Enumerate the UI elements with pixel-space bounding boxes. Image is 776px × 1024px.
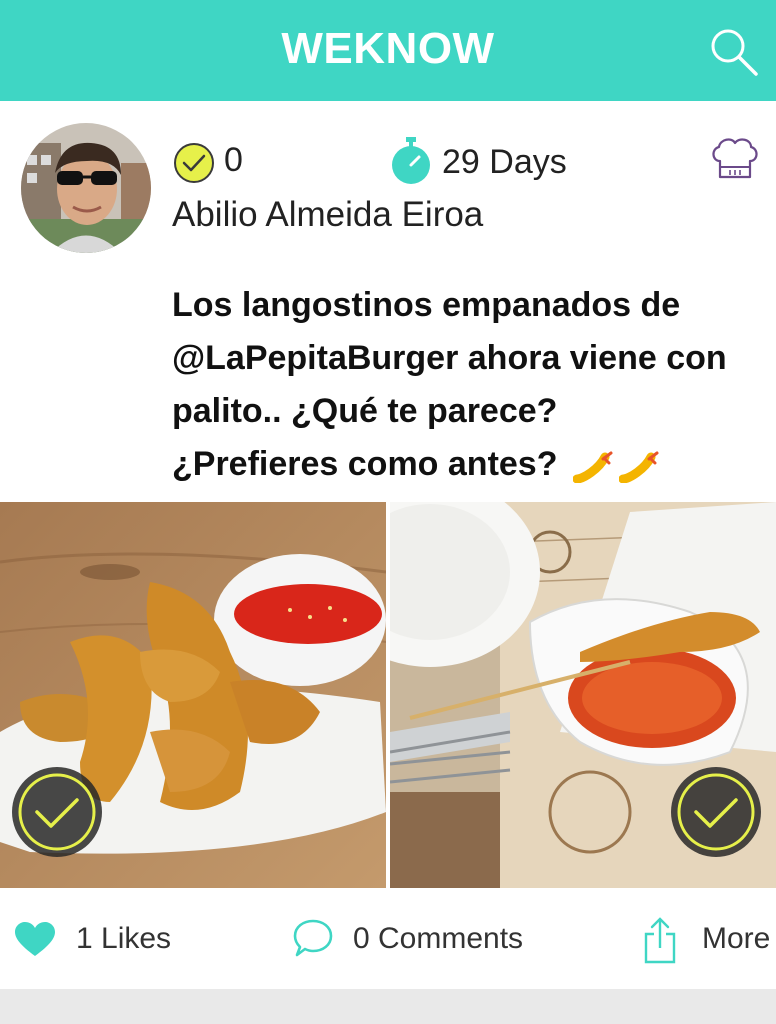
username[interactable]: Abilio Almeida Eiroa xyxy=(172,195,483,235)
comment-bubble-icon[interactable] xyxy=(292,918,334,958)
vote-left-check-icon[interactable] xyxy=(9,764,105,860)
heart-icon[interactable] xyxy=(14,922,56,958)
likes-count[interactable]: 1 Likes xyxy=(76,922,171,956)
avatar[interactable] xyxy=(21,123,151,253)
check-count: 0 xyxy=(224,141,243,179)
more-label[interactable]: More xyxy=(702,922,770,956)
vote-right-check-icon[interactable] xyxy=(668,764,764,860)
search-icon[interactable] xyxy=(706,24,762,80)
days-counter: 29 Days xyxy=(442,143,567,181)
next-card-edge xyxy=(0,989,776,1024)
check-badge-icon xyxy=(174,143,214,183)
app-header: WEKNOW xyxy=(0,0,776,101)
post-card: 0 29 Days Abilio Almeida Eiroa Los lango… xyxy=(0,101,776,989)
action-bar: 1 Likes 0 Comments More xyxy=(0,888,776,989)
post-text: Los langostinos empanados de @LaPepitaBu… xyxy=(172,279,732,491)
chef-hat-icon[interactable] xyxy=(708,137,762,181)
app-title: WEKNOW xyxy=(281,24,495,73)
share-icon[interactable] xyxy=(644,916,676,964)
fried-shrimp-emoji xyxy=(618,451,659,484)
stopwatch-icon xyxy=(392,137,430,184)
comments-count[interactable]: 0 Comments xyxy=(353,922,523,956)
fried-shrimp-emoji xyxy=(572,451,613,484)
